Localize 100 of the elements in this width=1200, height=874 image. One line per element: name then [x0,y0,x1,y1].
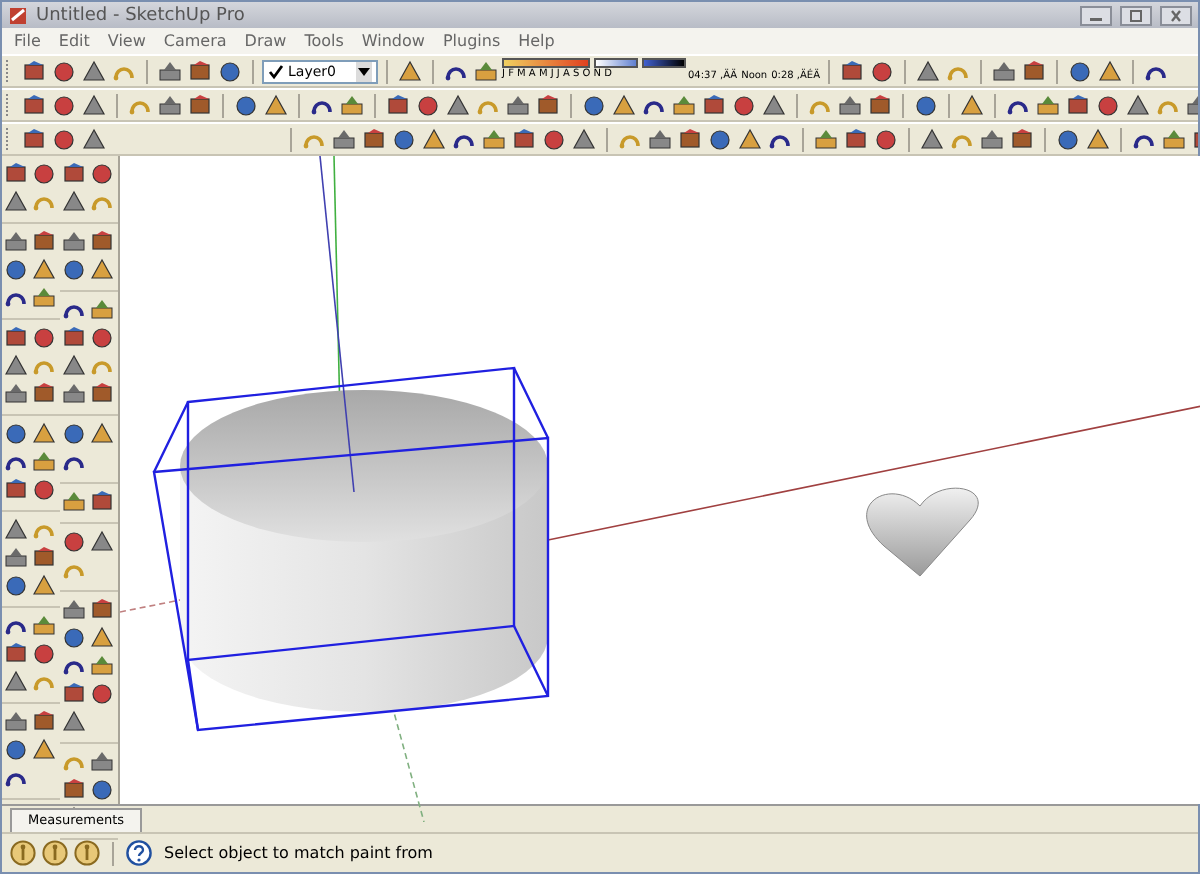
tool-icon[interactable] [62,778,86,802]
tool-icon[interactable] [90,298,114,322]
tool-icon[interactable] [22,59,46,83]
tool-icon[interactable] [1022,59,1047,83]
tool-icon[interactable] [32,710,56,734]
tool-icon[interactable] [474,59,498,83]
menu-item[interactable]: View [107,32,146,50]
tool-icon[interactable] [870,59,895,83]
tool-icon[interactable] [90,230,114,254]
help-icon[interactable] [126,840,152,866]
tool-icon[interactable] [90,162,114,186]
tool-icon[interactable] [4,354,28,378]
tool-icon[interactable] [332,127,356,151]
tool-icon[interactable] [62,710,86,734]
menu-item[interactable]: Window [361,32,425,50]
tool-icon[interactable] [32,258,56,282]
tool-icon[interactable] [702,93,726,117]
tool-icon[interactable] [1066,93,1090,117]
tool-icon[interactable] [838,93,862,117]
tool-icon[interactable] [536,93,560,117]
tool-icon[interactable] [90,654,114,678]
tool-icon[interactable] [1098,59,1123,83]
tool-icon[interactable] [62,190,86,214]
tool-icon[interactable] [4,574,28,598]
tool-icon[interactable] [62,422,86,446]
tool-icon[interactable] [4,190,28,214]
tool-icon[interactable] [416,93,440,117]
tool-icon[interactable] [90,258,114,282]
tool-icon[interactable] [62,354,86,378]
tool-icon[interactable] [340,93,364,117]
tool-icon[interactable] [32,422,56,446]
tool-icon[interactable] [264,93,288,117]
tool-icon[interactable] [814,127,838,151]
tool-icon[interactable] [386,93,410,117]
tool-icon[interactable] [90,682,114,706]
tool-icon[interactable] [62,258,86,282]
tool-icon[interactable] [1162,127,1186,151]
maximize-button[interactable] [1120,5,1152,25]
tool-icon[interactable] [612,93,636,117]
tool-icon[interactable] [188,59,212,83]
tool-icon[interactable] [82,59,106,83]
tool-icon[interactable] [572,127,596,151]
tool-icon[interactable] [582,93,606,117]
tool-icon[interactable] [32,642,56,666]
minimize-button[interactable] [1080,5,1112,25]
tool-icon[interactable] [32,614,56,638]
menu-item[interactable]: Edit [58,32,90,50]
tool-icon[interactable] [844,127,868,151]
tool-icon[interactable] [4,546,28,570]
tool-icon[interactable] [90,750,114,774]
tool-icon[interactable] [90,490,114,514]
tool-icon[interactable] [82,127,106,151]
tool-icon[interactable] [62,490,86,514]
tool-icon[interactable] [1096,93,1120,117]
tool-icon[interactable] [672,93,696,117]
tool-icon[interactable] [158,59,182,83]
tool-icon[interactable] [4,738,28,762]
menu-item[interactable]: File [14,32,41,50]
tool-icon[interactable] [4,230,28,254]
tool-icon[interactable] [398,59,422,83]
tool-icon[interactable] [32,382,56,406]
menu-item[interactable]: Tools [304,32,344,50]
tool-icon[interactable] [218,59,242,83]
tool-icon[interactable] [4,518,28,542]
tool-icon[interactable] [960,93,984,117]
tool-icon[interactable] [4,382,28,406]
tool-icon[interactable] [62,162,86,186]
tool-icon[interactable] [90,598,114,622]
tool-icon[interactable] [392,127,416,151]
tool-icon[interactable] [874,127,898,151]
tool-icon[interactable] [62,682,86,706]
tool-icon[interactable] [32,326,56,350]
tool-icon[interactable] [32,450,56,474]
tool-icon[interactable] [482,127,506,151]
tool-icon[interactable] [4,422,28,446]
tool-icon[interactable] [1036,93,1060,117]
tool-icon[interactable] [4,258,28,282]
tool-icon[interactable] [1056,127,1080,151]
tool-icon[interactable] [678,127,702,151]
tool-icon[interactable] [362,127,386,151]
tool-icon[interactable] [90,778,114,802]
tool-icon[interactable] [62,326,86,350]
close-button[interactable] [1160,5,1192,25]
tool-icon[interactable] [840,59,865,83]
tool-icon[interactable] [868,93,892,117]
tool-icon[interactable] [90,422,114,446]
tool-icon[interactable] [4,710,28,734]
tool-icon[interactable] [52,93,76,117]
tool-icon[interactable] [62,230,86,254]
tool-icon[interactable] [32,546,56,570]
tool-icon[interactable] [422,127,446,151]
tool-icon[interactable] [62,626,86,650]
menu-item[interactable]: Camera [163,32,227,50]
tool-icon[interactable] [32,738,56,762]
tool-icon[interactable] [446,93,470,117]
tool-icon[interactable] [234,93,258,117]
tool-icon[interactable] [32,230,56,254]
tool-icon[interactable] [4,478,28,502]
tool-icon[interactable] [708,127,732,151]
tool-icon[interactable] [52,127,76,151]
